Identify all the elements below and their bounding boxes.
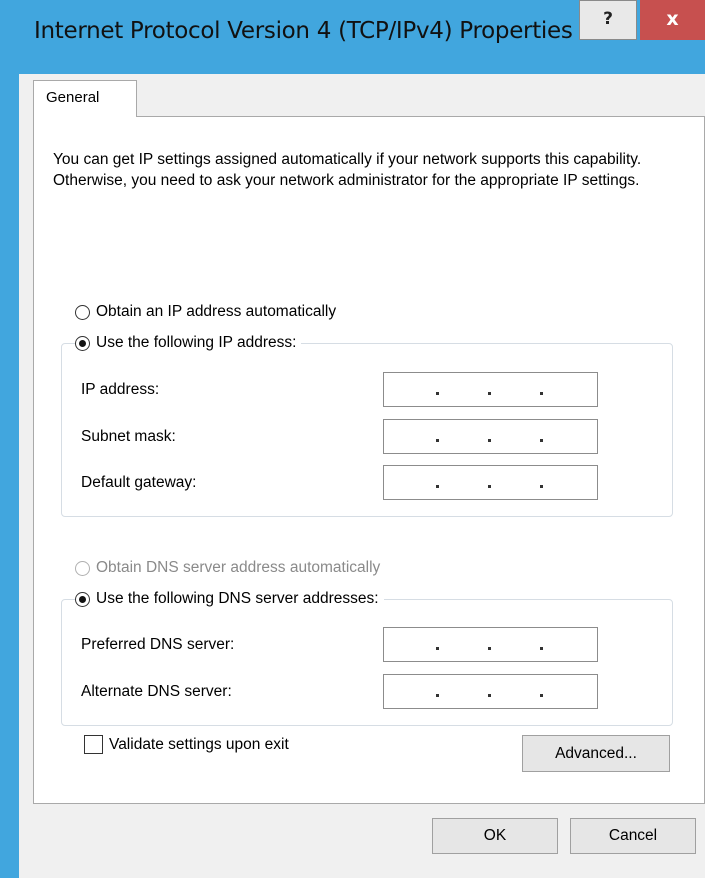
octet-separator [436,647,439,650]
alternate-dns-input[interactable] [383,674,598,709]
octet-separator [488,647,491,650]
octet-separator [436,485,439,488]
octet-separator [540,485,543,488]
radio-selected-icon [75,591,90,607]
radio-icon [75,560,90,576]
default-gateway-input[interactable] [383,465,598,500]
ok-button[interactable]: OK [432,818,558,854]
cancel-button[interactable]: Cancel [570,818,696,854]
use-following-ip-radio[interactable]: Use the following IP address: [75,334,302,352]
octet-separator [540,439,543,442]
use-following-dns-label: Use the following DNS server addresses: [96,590,379,607]
tab-general[interactable]: General [33,80,137,117]
octet-separator [488,485,491,488]
validate-settings-checkbox[interactable]: Validate settings upon exit [84,735,289,754]
validate-settings-label: Validate settings upon exit [109,735,289,753]
radio-selected-icon [75,335,90,351]
octet-separator [488,694,491,697]
subnet-mask-label: Subnet mask: [81,428,176,445]
dialog-window: Internet Protocol Version 4 (TCP/IPv4) P… [0,0,705,878]
obtain-dns-auto-label: Obtain DNS server address automatically [96,559,381,576]
ip-address-input[interactable] [383,372,598,407]
octet-separator [540,694,543,697]
use-following-ip-label: Use the following IP address: [96,334,297,351]
octet-separator [436,694,439,697]
subnet-mask-input[interactable] [383,419,598,454]
octet-separator [436,392,439,395]
preferred-dns-input[interactable] [383,627,598,662]
default-gateway-label: Default gateway: [81,474,197,491]
dialog-body: General You can get IP settings assigned… [19,74,705,878]
alternate-dns-label: Alternate DNS server: [81,683,232,700]
window-title: Internet Protocol Version 4 (TCP/IPv4) P… [34,18,573,44]
octet-separator [436,439,439,442]
octet-separator [488,439,491,442]
intro-text: You can get IP settings assigned automat… [53,151,642,189]
use-following-dns-radio[interactable]: Use the following DNS server addresses: [75,590,384,608]
octet-separator [540,647,543,650]
radio-icon [75,304,90,320]
ip-address-label: IP address: [81,381,160,398]
general-tab-panel: You can get IP settings assigned automat… [33,116,705,804]
obtain-dns-auto-radio[interactable]: Obtain DNS server address automatically [75,559,380,577]
help-button[interactable]: ? [579,0,637,40]
checkbox-icon [84,735,103,754]
obtain-ip-auto-radio[interactable]: Obtain an IP address automatically [75,303,336,321]
octet-separator [488,392,491,395]
octet-separator [540,392,543,395]
close-button[interactable]: x [640,0,705,40]
advanced-button[interactable]: Advanced... [522,735,670,772]
obtain-ip-auto-label: Obtain an IP address automatically [96,303,337,320]
title-bar[interactable]: Internet Protocol Version 4 (TCP/IPv4) P… [0,0,705,74]
preferred-dns-label: Preferred DNS server: [81,636,235,653]
